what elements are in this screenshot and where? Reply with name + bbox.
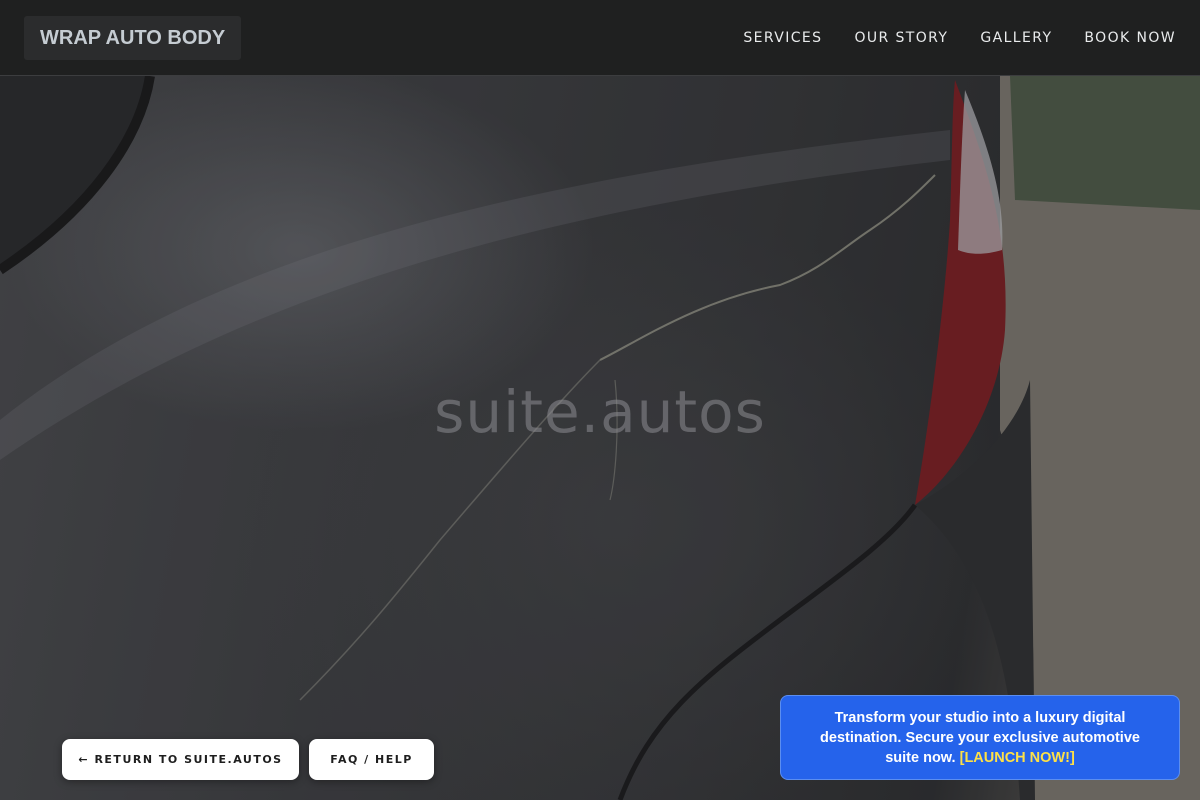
brand-logo[interactable]: WRAP AUTO BODY	[24, 16, 242, 60]
launch-now-link[interactable]: [LAUNCH NOW!]	[960, 750, 1075, 766]
nav-our-story[interactable]: OUR STORY	[854, 30, 948, 46]
top-header: WRAP AUTO BODY SERVICES OUR STORY GALLER…	[0, 0, 1200, 76]
nav-book-now[interactable]: BOOK NOW	[1084, 30, 1176, 46]
nav-gallery[interactable]: GALLERY	[980, 30, 1052, 46]
promo-text-block: Transform your studio into a luxury digi…	[803, 708, 1157, 768]
faq-help-button[interactable]: FAQ / HELP	[309, 739, 434, 780]
nav-services[interactable]: SERVICES	[743, 30, 822, 46]
watermark-text: suite.autos	[434, 378, 766, 446]
hero-background: suite.autos	[0, 0, 1200, 800]
main-nav: SERVICES OUR STORY GALLERY BOOK NOW	[743, 0, 1176, 76]
return-to-suite-button[interactable]: ← RETURN TO SUITE.AUTOS	[62, 739, 299, 780]
promo-banner: Transform your studio into a luxury digi…	[780, 695, 1180, 780]
